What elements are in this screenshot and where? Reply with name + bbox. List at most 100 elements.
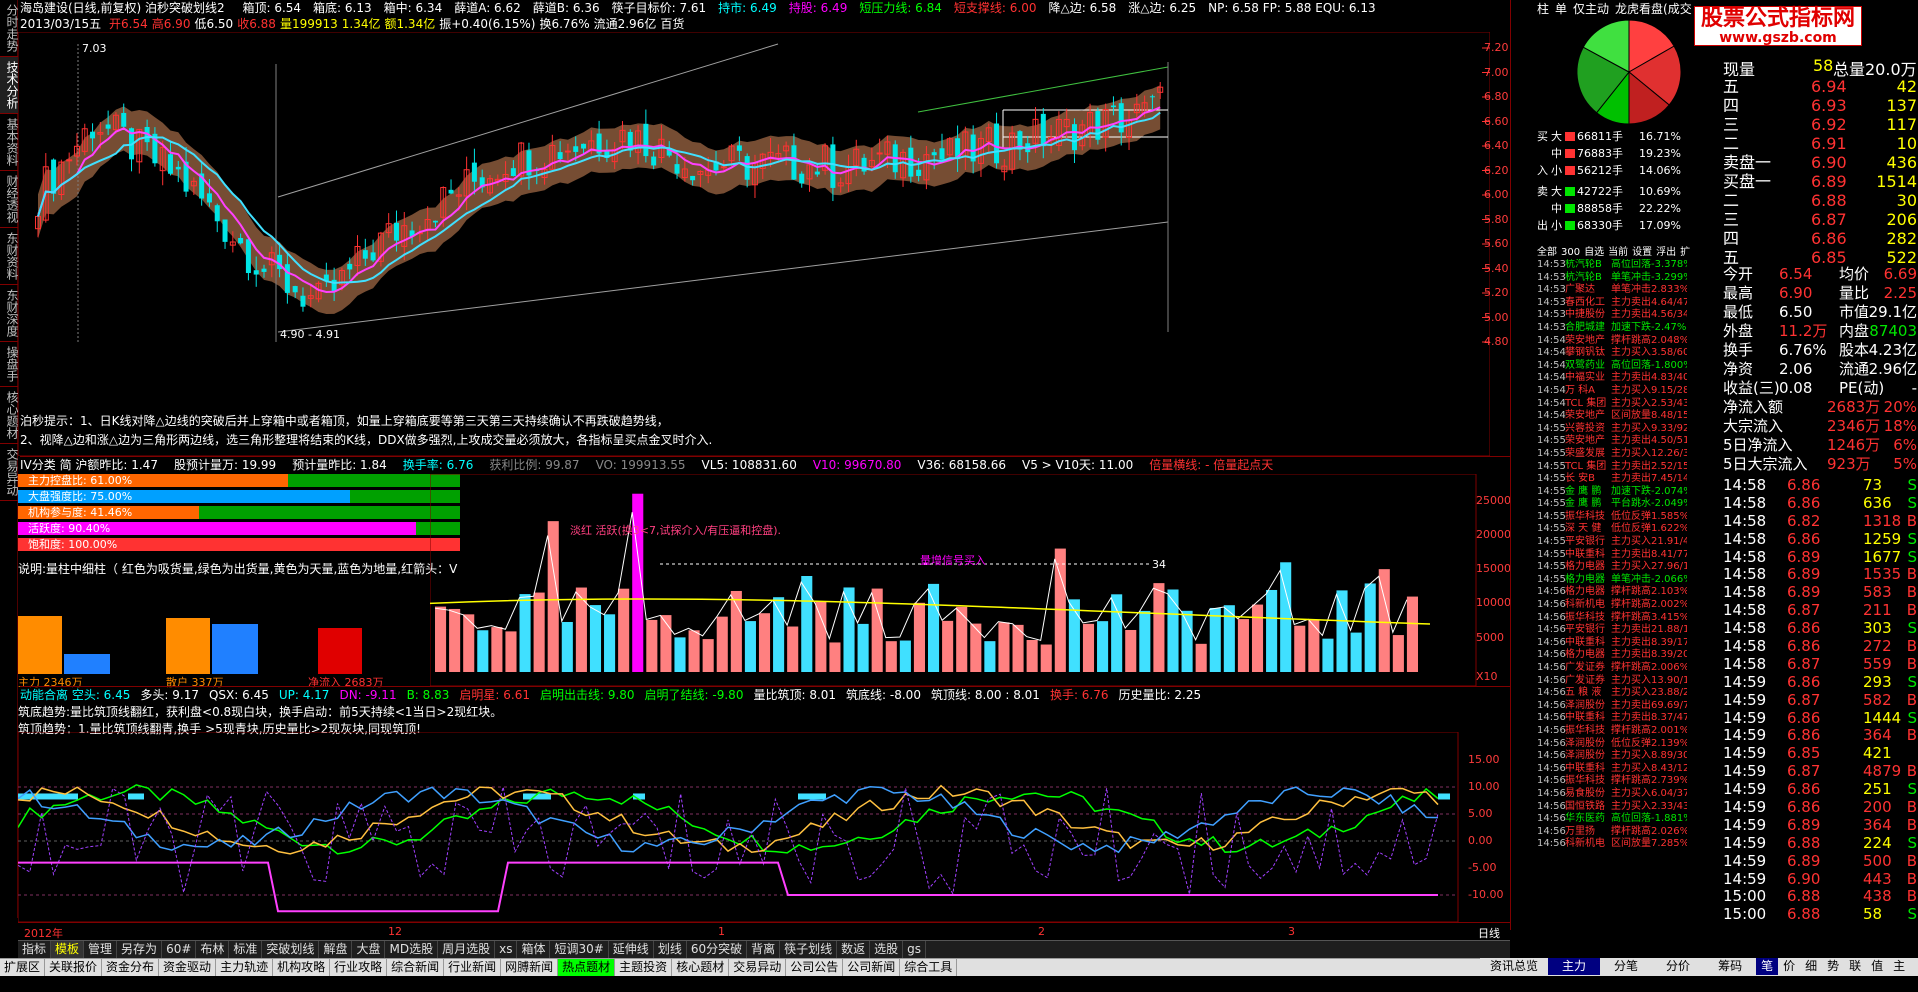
menu-item[interactable]: 关联报价 [45, 959, 103, 976]
news-overview-tab[interactable]: 资讯总览 [1480, 958, 1548, 975]
toolbar-item[interactable]: 60分突破 [687, 941, 748, 958]
trade-alert-row[interactable]: 14:55 兴蓉投资 主力买入 9.33/92 [1537, 423, 1687, 436]
trade-alert-row[interactable]: 14:55金 鹰 鹏平台跳水-2.049% [1537, 498, 1687, 511]
trade-alert-row[interactable]: 14:56华东医药高位回落-1.881% [1537, 813, 1687, 826]
bottom-tab[interactable]: 细 [1800, 958, 1822, 975]
trade-alert-row[interactable]: 14:56 五 粮 液主力买入 23.88/2 [1537, 687, 1687, 700]
right-tab[interactable]: 龙虎看盘(成交 [1615, 2, 1692, 16]
trade-alert-row[interactable]: 14:54双鹭药业高位回落-1.800% [1537, 360, 1687, 373]
trade-alert-row[interactable]: 14:54 攀钢钒钛 主力买入 3.58/60 [1537, 347, 1687, 360]
oscillator-chart[interactable] [18, 732, 1478, 922]
toolbar-item[interactable]: 模板 [51, 941, 85, 958]
menu-item[interactable]: 热点题材 [558, 959, 616, 976]
right-tab[interactable]: 柱 [1537, 2, 1549, 16]
filter-tab[interactable]: 300 [1561, 247, 1580, 258]
toolbar-item[interactable]: 另存为 [117, 941, 163, 958]
toolbar-item[interactable]: 划线 [654, 941, 687, 958]
toolbar-item[interactable]: gs [903, 941, 927, 958]
trade-alert-row[interactable]: 14:56 中联重科 主力卖出 8.39/17 [1537, 637, 1687, 650]
bottom-tab[interactable]: 主力 [1548, 958, 1601, 975]
trade-alert-row[interactable]: 14:55 荣安地产 主力卖出 4.50/51 [1537, 435, 1687, 448]
left-tab-4[interactable]: 东财资料 [0, 228, 19, 285]
filter-tab[interactable]: 扩 [1680, 247, 1690, 258]
menu-item[interactable]: 机构攻略 [273, 959, 331, 976]
toolbar-item[interactable]: 短调30# [550, 941, 609, 958]
trade-alert-row[interactable]: 14:56 泽润股份 主力买入 8.89/30 [1537, 750, 1687, 763]
bottom-tab[interactable]: 联 [1844, 958, 1866, 975]
toolbar-item[interactable]: 标准 [229, 941, 263, 958]
trade-alert-row[interactable]: 14:55 中联重科 主力卖出 8.41/77 [1537, 549, 1687, 562]
menu-item[interactable]: 扩展区 [0, 959, 46, 976]
trade-alert-row[interactable]: 14:56 泽润股份 低位反弹 2.139% [1537, 738, 1687, 751]
volume-chart[interactable]: 淡红 活跃(换3<7,试探介入/有压逼和控盘). 量增信号买入 34 [430, 474, 1490, 686]
menu-item[interactable]: 核心题材 [672, 959, 730, 976]
trade-alert-row[interactable]: 14:56泽润股份主力卖出69.69/75 [1537, 700, 1687, 713]
menu-item[interactable]: 交易异动 [729, 959, 787, 976]
trade-alert-row[interactable]: 14:55 振华科技 低位反弹 1.585% [1537, 511, 1687, 524]
bottom-tab[interactable]: 值 [1866, 958, 1888, 975]
bottom-tab[interactable]: 筹 [1480, 975, 1502, 992]
toolbar-item[interactable]: 延伸线 [609, 941, 654, 958]
toolbar-item[interactable]: 背离 [747, 941, 781, 958]
left-tab-1[interactable]: 技术分析 [0, 57, 19, 114]
left-tab-0[interactable]: 分时走势 [0, 0, 19, 57]
trade-alert-row[interactable]: 14:56 万里扬 撑杆跳高 2.026% [1537, 826, 1687, 839]
filter-tab[interactable]: 自选 [1584, 247, 1604, 258]
trade-alert-row[interactable]: 14:56 国恒铁路 主力买入 2.33/43 [1537, 801, 1687, 814]
toolbar-item[interactable]: 解盘 [319, 941, 353, 958]
bottom-tab[interactable]: 筹码 [1704, 958, 1756, 975]
order-book-row[interactable]: 四 6.93 137 [1723, 96, 1918, 115]
bottom-tab[interactable]: 分笔 [1600, 958, 1652, 975]
trade-alert-row[interactable]: 14:53 广聚达 单笔冲击 2.833% [1537, 284, 1687, 297]
trade-alert-row[interactable]: 14:54 万 科A 主力买入 9.15/28 [1537, 385, 1687, 398]
filter-tab[interactable]: 当前 [1608, 247, 1628, 258]
trade-alert-row[interactable]: 14:56 科新机电 撑杆跳高 2.002% [1537, 599, 1687, 612]
toolbar-item[interactable]: xs [495, 941, 518, 958]
filter-tab[interactable]: 设置 [1632, 247, 1652, 258]
left-tab-8[interactable]: 交易异动 [0, 444, 19, 501]
right-tab[interactable]: 单 [1555, 2, 1567, 16]
left-tab-6[interactable]: 操盘手 [0, 342, 19, 387]
bottom-tab[interactable]: 价 [1778, 958, 1800, 975]
trade-alert-row[interactable]: 14:55格力电器单笔冲击-2.066% [1537, 574, 1687, 587]
trade-alert-row[interactable]: 14:54 荣安地产 撑杆跳高 2.048% [1537, 335, 1687, 348]
bottom-tab[interactable]: 势 [1822, 958, 1844, 975]
toolbar-item[interactable]: 数返 [837, 941, 871, 958]
toolbar-item[interactable]: 突破划线 [262, 941, 320, 958]
toolbar-item[interactable]: 指标 [18, 941, 52, 958]
trade-alert-row[interactable]: 14:54 中福实业 主力卖出 4.83/40 [1537, 372, 1687, 385]
menu-item[interactable]: 公司公告 [786, 959, 844, 976]
menu-item[interactable]: 综合工具 [900, 959, 958, 976]
right-tab[interactable]: 仅主动 [1573, 2, 1609, 16]
trade-alert-row[interactable]: 14:56平安银行主力卖出21.88/16 [1537, 624, 1687, 637]
trade-alert-row[interactable]: 14:55金 鹰 鹏加速下跌-2.074% [1537, 486, 1687, 499]
menu-item[interactable]: 行业新闻 [444, 959, 502, 976]
order-book-row[interactable]: 卖盘一 6.90 436 [1723, 153, 1918, 172]
trade-alert-row[interactable]: 14:56 振华科技 撑杆跳高 2.739% [1537, 775, 1687, 788]
left-tab-3[interactable]: 财经透视 [0, 171, 19, 228]
left-tab-5[interactable]: 东财深度 [0, 285, 19, 342]
trade-alert-row[interactable]: 14:56 振华科技 撑杆跳高 3.415% [1537, 612, 1687, 625]
menu-item[interactable]: 综合新闻 [387, 959, 445, 976]
order-book-row[interactable]: 买盘一 6.89 1514 [1723, 172, 1918, 191]
trade-alert-row[interactable]: 14:55 平安银行 主力买入 21.91/4 [1537, 536, 1687, 549]
trade-alert-row[interactable]: 14:56 科新机电 区间放量 7.285% [1537, 838, 1687, 851]
trade-alert-row[interactable]: 14:54 荣安地产 区间放量 8.48/15 [1537, 410, 1687, 423]
menu-item[interactable]: 资金分布 [102, 959, 160, 976]
trade-alert-row[interactable]: 14:56 中联重科 主力卖出 8.37/47 [1537, 712, 1687, 725]
menu-item[interactable]: 主力轨迹 [216, 959, 274, 976]
order-book-row[interactable]: 三 6.87 206 [1723, 210, 1918, 229]
filter-tab[interactable]: 浮出 [1656, 247, 1676, 258]
trade-alert-row[interactable]: 14:55 深 天 健低位反弹 1.622% [1537, 523, 1687, 536]
toolbar-item[interactable]: 管理 [84, 941, 118, 958]
left-tab-7[interactable]: 核心题材 [0, 387, 19, 444]
trade-alert-row[interactable]: 14:55 长 安B 主力卖出 7.45/14 [1537, 473, 1687, 486]
menu-item[interactable]: 网膊新闻 [501, 959, 559, 976]
toolbar-item[interactable]: 筷子划线 [780, 941, 838, 958]
toolbar-item[interactable]: 箱体 [517, 941, 551, 958]
trade-alert-row[interactable]: 14:53 春西化工 主力卖出 4.64/47 [1537, 297, 1687, 310]
toolbar-item[interactable]: 60# [162, 941, 197, 958]
period-label[interactable]: 日线 [1478, 925, 1500, 941]
toolbar-item[interactable]: MD选股 [385, 941, 439, 958]
trade-alert-row[interactable]: 14:56 振华科技 撑杆跳高 2.001% [1537, 725, 1687, 738]
